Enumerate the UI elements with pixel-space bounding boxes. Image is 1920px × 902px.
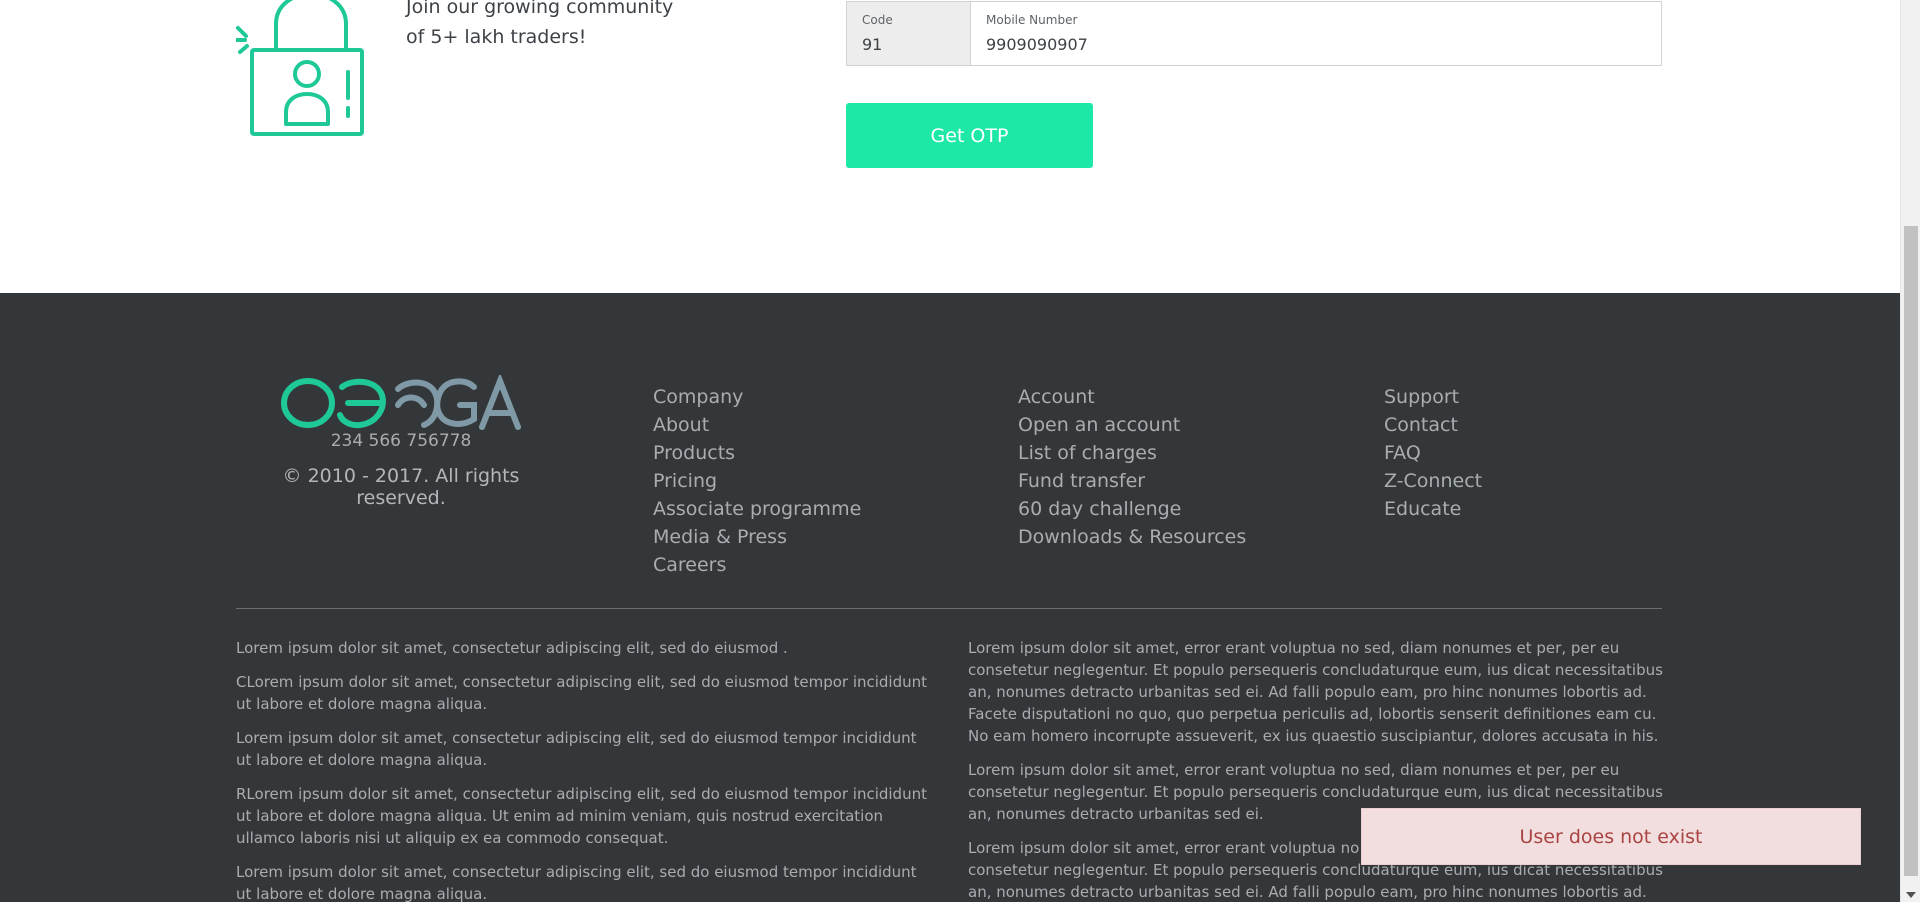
phone-input-group: Code Mobile Number	[846, 1, 1662, 66]
footer-link[interactable]: Downloads & Resources	[1018, 523, 1246, 551]
footer-link[interactable]: Educate	[1384, 495, 1482, 523]
error-toast[interactable]: User does not exist	[1361, 808, 1861, 865]
omega-logo[interactable]	[278, 375, 524, 431]
footer-link[interactable]: Products	[653, 439, 861, 467]
legal-paragraph: RLorem ipsum dolor sit amet, consectetur…	[236, 785, 927, 847]
footer-column-company: Company About Products Pricing Associate…	[653, 383, 861, 579]
brand-phone: 234 566 756778	[330, 431, 472, 451]
footer-link[interactable]: Open an account	[1018, 411, 1246, 439]
community-text: Join our growing community of 5+ lakh tr…	[406, 0, 673, 52]
mobile-label: Mobile Number	[986, 13, 1078, 27]
footer-divider	[236, 608, 1662, 609]
signup-section: Join our growing community of 5+ lakh tr…	[0, 0, 1900, 293]
mobile-number-field[interactable]: Mobile Number	[971, 2, 1661, 65]
footer-link[interactable]: Account	[1018, 383, 1246, 411]
footer-brand: 234 566 756778 © 2010 - 2017. All rights…	[236, 375, 566, 509]
footer-link[interactable]: Careers	[653, 551, 861, 579]
country-code-field[interactable]: Code	[847, 2, 971, 65]
legal-paragraph: Lorem ipsum dolor sit amet, consectetur …	[236, 863, 917, 902]
legal-paragraph: CLorem ipsum dolor sit amet, consectetur…	[236, 673, 928, 713]
community-line-2: of 5+ lakh traders!	[406, 26, 587, 48]
footer-link[interactable]: Support	[1384, 383, 1482, 411]
copyright: © 2010 - 2017. All rights reserved.	[282, 465, 520, 509]
footer-link[interactable]: Associate programme	[653, 495, 861, 523]
footer-link[interactable]: Pricing	[653, 467, 861, 495]
footer-link[interactable]: Company	[653, 383, 861, 411]
footer-column-account: Account Open an account List of charges …	[1018, 383, 1246, 551]
scrollbar-thumb[interactable]	[1904, 226, 1918, 876]
footer-link[interactable]: FAQ	[1384, 439, 1482, 467]
footer-column-support: Support Contact FAQ Z-Connect Educate	[1384, 383, 1482, 523]
page-scrollbar[interactable]	[1900, 0, 1920, 902]
legal-paragraph: Lorem ipsum dolor sit amet, error erant …	[968, 639, 1663, 745]
country-code-input[interactable]	[862, 35, 955, 54]
legal-paragraph: Lorem ipsum dolor sit amet, consectetur …	[236, 639, 788, 657]
footer-link[interactable]: Contact	[1384, 411, 1482, 439]
footer-link[interactable]: Media & Press	[653, 523, 861, 551]
footer-link[interactable]: 60 day challenge	[1018, 495, 1246, 523]
footer-link[interactable]: List of charges	[1018, 439, 1246, 467]
mobile-number-input[interactable]	[986, 35, 1646, 54]
code-label: Code	[862, 13, 893, 27]
footer-link[interactable]: Fund transfer	[1018, 467, 1246, 495]
legal-paragraph: Lorem ipsum dolor sit amet, consectetur …	[236, 729, 917, 769]
scroll-down-arrow-icon[interactable]	[1906, 892, 1916, 898]
legal-text-left: Lorem ipsum dolor sit amet, consectetur …	[236, 637, 936, 902]
footer-link[interactable]: About	[653, 411, 861, 439]
toast-message: User does not exist	[1519, 825, 1703, 848]
lock-user-icon	[236, 0, 364, 136]
community-line-1: Join our growing community	[406, 0, 674, 18]
get-otp-button[interactable]: Get OTP	[846, 103, 1093, 168]
footer-link[interactable]: Z-Connect	[1384, 467, 1482, 495]
